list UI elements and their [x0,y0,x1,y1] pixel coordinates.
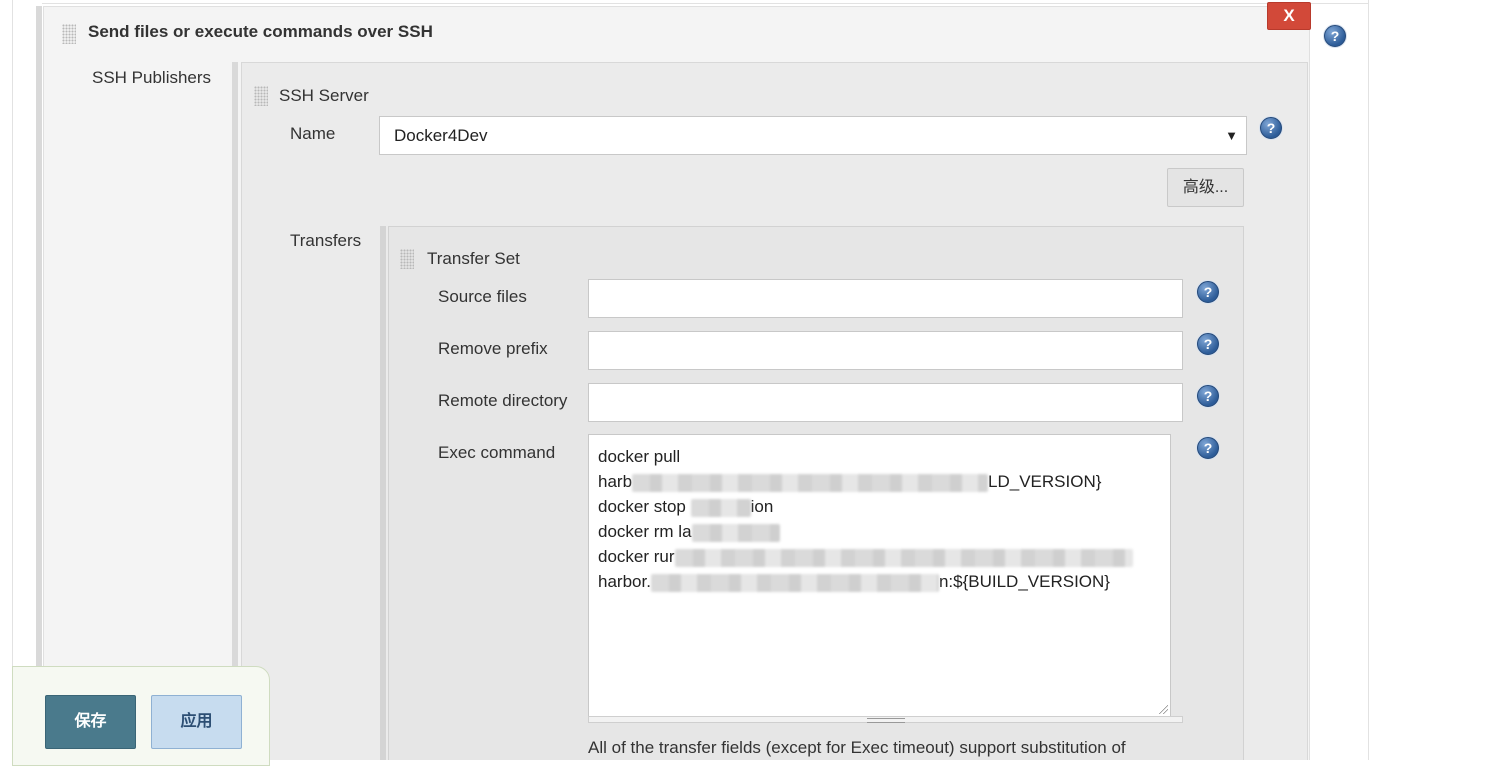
exec-command-line: docker rur [598,544,1161,569]
resize-grip-icon[interactable] [1158,704,1168,714]
grip-icon [867,718,905,723]
drag-handle-icon[interactable] [254,86,268,106]
redacted-text [650,573,939,592]
remove-prefix-input[interactable] [588,331,1183,370]
help-icon[interactable]: ? [1324,25,1346,47]
step-title: Send files or execute commands over SSH [88,22,433,41]
textarea-resize-bar[interactable] [588,716,1183,723]
delete-step-button[interactable]: X [1267,2,1311,30]
redacted-text [674,548,1133,567]
help-icon[interactable]: ? [1197,437,1219,459]
exec-command-line: docker stop ion [598,497,774,517]
exec-command-line: docker rm la [598,519,1161,544]
exec-command-line: harb LD_VERSION} [598,472,1102,492]
drag-handle-icon[interactable] [62,24,76,44]
advanced-button[interactable]: 高级... [1167,168,1244,207]
exec-command-textarea[interactable]: docker pull harb LD_VERSION} docker stop … [588,434,1171,717]
ssh-server-title: SSH Server [279,86,369,105]
dropdown-arrow-icon: ▼ [1225,128,1238,143]
publisher-indent-bar [232,62,238,760]
transfers-indent-bar [380,226,386,760]
drag-handle-icon[interactable] [400,249,414,269]
apply-button[interactable]: 应用 [151,695,242,749]
redacted-text [691,523,780,542]
save-button[interactable]: 保存 [45,695,136,749]
ssh-server-select-value: Docker4Dev [394,126,488,145]
name-label: Name [290,124,336,143]
transfer-set-title: Transfer Set [427,249,520,268]
substitution-note: All of the transfer fields (except for E… [588,738,1126,757]
exec-command-line: docker pull [598,447,681,466]
previous-step-border [42,0,1368,4]
source-files-label: Source files [438,287,527,306]
help-icon[interactable]: ? [1260,117,1282,139]
help-icon[interactable]: ? [1197,385,1219,407]
remove-prefix-label: Remove prefix [438,339,548,358]
step-indent-bar [36,6,42,760]
help-icon[interactable]: ? [1197,281,1219,303]
exec-command-label: Exec command [438,443,556,462]
ssh-publishers-label: SSH Publishers [92,68,212,87]
help-icon[interactable]: ? [1197,333,1219,355]
ssh-server-select[interactable]: Docker4Dev ▼ [379,116,1247,155]
remote-directory-input[interactable] [588,383,1183,422]
redacted-text [632,473,989,492]
redacted-text [690,498,751,517]
source-files-input[interactable] [588,279,1183,318]
remote-directory-label: Remote directory [438,391,568,410]
transfers-label: Transfers [290,231,362,250]
exec-command-line: harbor. n:${BUILD_VERSION} [598,572,1110,592]
